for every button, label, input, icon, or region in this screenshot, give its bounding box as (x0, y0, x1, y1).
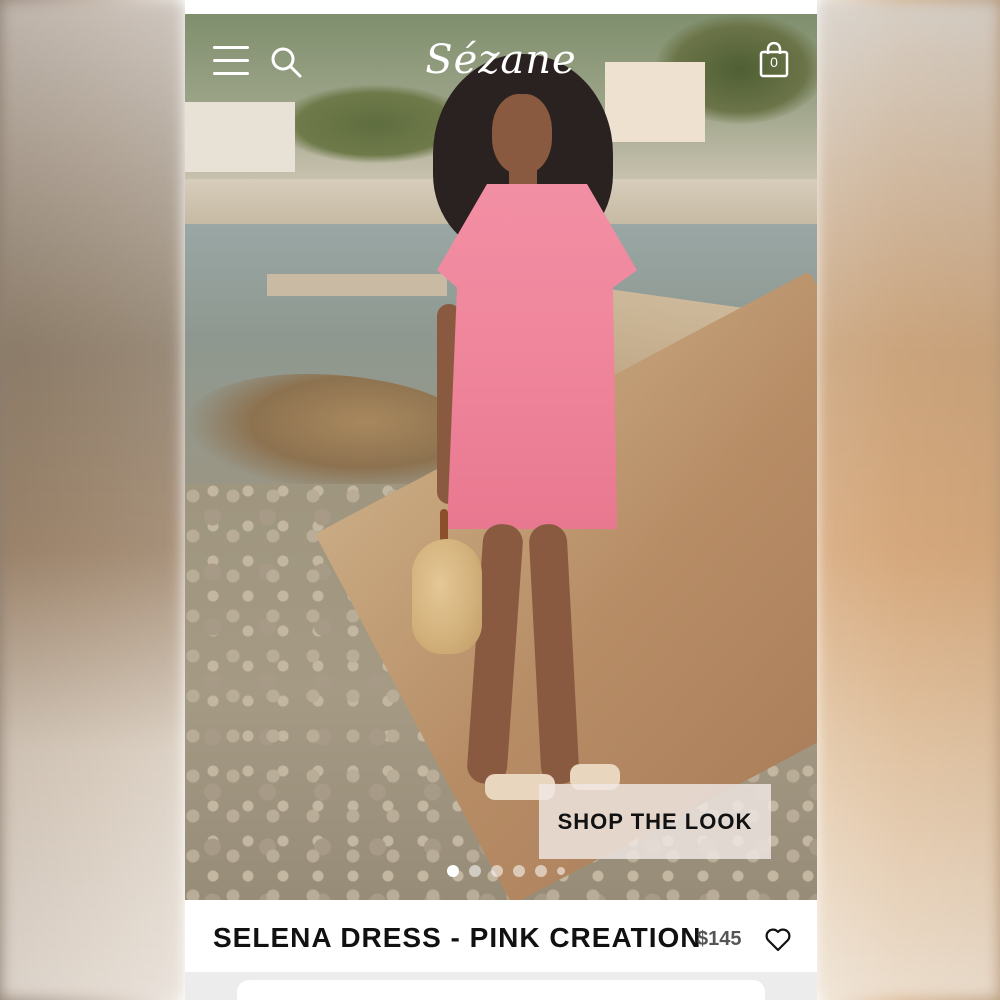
cart-count: 0 (770, 54, 778, 70)
product-title[interactable]: SELENA DRESS - PINK CREATION (213, 922, 701, 954)
blurred-background-right (815, 0, 1000, 1000)
carousel-dot[interactable] (469, 865, 481, 877)
hero-image[interactable] (185, 14, 817, 900)
next-section-card[interactable] (237, 980, 765, 1000)
building (185, 102, 295, 172)
pink-dress (437, 184, 637, 529)
carousel-dot[interactable] (535, 865, 547, 877)
blurred-background-left (0, 0, 185, 1000)
hamburger-menu-icon[interactable] (213, 46, 249, 76)
search-icon[interactable] (270, 46, 302, 78)
carousel-dot-active[interactable] (447, 865, 459, 877)
pier (267, 274, 447, 296)
shopping-bag-icon[interactable]: 0 (758, 41, 790, 78)
product-price: $145 (697, 928, 742, 950)
carousel-dot[interactable] (491, 865, 503, 877)
carousel-dot[interactable] (557, 867, 565, 875)
shop-the-look-button[interactable]: SHOP THE LOOK (539, 784, 771, 859)
carousel-indicators (447, 864, 577, 878)
straw-bucket-bag (412, 539, 482, 654)
top-navigation: Sézane 0 (185, 14, 817, 104)
heart-icon[interactable] (765, 928, 791, 952)
brand-logo[interactable]: Sézane (415, 32, 587, 88)
product-info-bar: SELENA DRESS - PINK CREATION $145 (185, 900, 817, 972)
carousel-dot[interactable] (513, 865, 525, 877)
mobile-screen: Sézane 0 SHOP THE LOOK SELENA DRESS - PI… (185, 0, 817, 1000)
model-face (492, 94, 552, 174)
